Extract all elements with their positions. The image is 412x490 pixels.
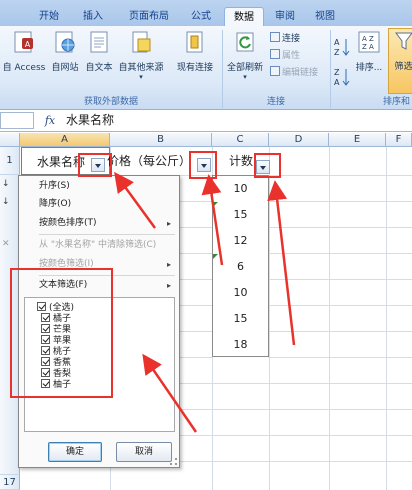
menu-sort-by-color[interactable]: 按颜色排序(T) ▸ xyxy=(21,215,177,232)
from-web-button[interactable]: 自网站 xyxy=(48,30,82,73)
select-all-corner[interactable] xyxy=(0,133,20,147)
sort-asc-menu-icon: ↓ xyxy=(2,179,10,189)
sort-button[interactable]: A Z Z A 排序... xyxy=(354,30,384,73)
properties-icon xyxy=(270,49,280,59)
annotation-box xyxy=(189,151,217,179)
tab-data[interactable]: 数据 xyxy=(224,7,264,26)
svg-text:Z: Z xyxy=(334,48,340,57)
formula-input[interactable]: 水果名称 xyxy=(66,112,114,129)
chevron-right-icon: ▸ xyxy=(166,219,171,228)
access-icon: A xyxy=(14,31,33,53)
row-header-17[interactable]: 17 xyxy=(0,475,20,490)
chevron-down-icon: ▾ xyxy=(243,73,247,81)
column-header-e[interactable]: E xyxy=(329,133,386,147)
svg-text:A Z: A Z xyxy=(362,35,374,43)
clear-filter-menu-icon: ✕ xyxy=(2,239,10,249)
from-other-sources-button[interactable]: 自其他来源 ▾ xyxy=(116,30,166,81)
chevron-down-icon: ▾ xyxy=(139,73,143,81)
cell-error-indicator xyxy=(213,254,218,259)
annotation-box xyxy=(10,268,113,398)
name-box[interactable] xyxy=(0,112,34,129)
group-separator xyxy=(330,30,331,108)
tab-home[interactable]: 开始 xyxy=(32,7,66,26)
tab-page-layout[interactable]: 页面布局 xyxy=(120,7,178,26)
menu-clear-filter[interactable]: 从 "水果名称" 中清除筛选(C) xyxy=(21,237,177,254)
sort-desc-menu-icon: ↓ xyxy=(2,197,10,207)
other-source-icon xyxy=(132,31,151,53)
menu-separator xyxy=(39,234,175,235)
column-header-a[interactable]: A xyxy=(20,133,110,147)
sort-filter-group-caption: 排序和 xyxy=(382,97,410,107)
sort-descending-button[interactable]: Z A xyxy=(333,66,351,91)
gridline xyxy=(386,147,387,490)
svg-text:Z: Z xyxy=(334,68,340,77)
connections-button[interactable]: 连接 xyxy=(270,32,300,46)
external-data-group-caption: 获取外部数据 xyxy=(83,97,138,107)
svg-text:A: A xyxy=(25,40,31,49)
chevron-right-icon: ▸ xyxy=(166,260,171,269)
formula-bar: fx 水果名称 xyxy=(0,110,412,132)
from-text-button[interactable]: 自文本 xyxy=(82,30,116,73)
annotation-box xyxy=(78,153,112,177)
resize-grip-icon[interactable] xyxy=(170,458,177,465)
sort-dialog-icon: A Z Z A xyxy=(358,31,380,53)
fx-icon[interactable]: fx xyxy=(42,112,58,129)
from-access-button[interactable]: A 自 Access xyxy=(2,30,46,73)
edit-links-button[interactable]: 编辑链接 xyxy=(270,66,318,80)
text-file-icon xyxy=(90,31,108,53)
svg-text:A: A xyxy=(334,78,340,87)
edit-links-icon xyxy=(270,66,280,76)
column-header-b[interactable]: B xyxy=(110,133,212,147)
connections-group-caption: 连接 xyxy=(266,97,285,107)
ribbon: A 自 Access 自网站 自文本 自其他来源 ▾ 现有连接 获取外部数据 全… xyxy=(0,26,412,110)
gridline xyxy=(269,147,270,490)
cell-error-indicator xyxy=(213,202,218,207)
filter-button[interactable]: 筛选 xyxy=(388,28,412,94)
column-header-d[interactable]: D xyxy=(269,133,329,147)
sort-za-icon: Z A xyxy=(334,68,350,87)
web-icon xyxy=(55,31,75,53)
menu-sort-descending[interactable]: 降序(O) xyxy=(21,196,177,213)
refresh-all-button[interactable]: 全部刷新 ▾ xyxy=(225,30,265,81)
tab-formulas[interactable]: 公式 xyxy=(184,7,218,26)
link-icon xyxy=(270,32,280,42)
svg-text:A: A xyxy=(334,38,340,47)
column-header-c[interactable]: C xyxy=(212,133,269,147)
funnel-icon xyxy=(394,32,412,50)
menu-sort-ascending[interactable]: 升序(S) xyxy=(21,178,177,195)
ok-button[interactable]: 确定 xyxy=(48,442,102,462)
annotation-arrow xyxy=(267,180,296,346)
tab-view[interactable]: 视图 xyxy=(308,7,342,26)
gridline xyxy=(329,147,330,490)
row-header-1[interactable]: 1 xyxy=(0,147,20,175)
sort-az-icon: A Z xyxy=(334,38,350,57)
tab-review[interactable]: 审阅 xyxy=(268,7,302,26)
annotation-box xyxy=(254,153,281,178)
sort-ascending-button[interactable]: A Z xyxy=(333,36,351,61)
existing-connections-button[interactable]: 现有连接 xyxy=(170,30,220,73)
svg-text:Z A: Z A xyxy=(362,43,374,51)
properties-button[interactable]: 属性 xyxy=(270,49,300,63)
column-header-f[interactable]: F xyxy=(386,133,412,147)
count-column-border xyxy=(212,175,269,357)
connection-icon xyxy=(186,31,203,53)
ribbon-tab-bar: 开始 插入 页面布局 公式 数据 审阅 视图 xyxy=(0,0,412,26)
refresh-icon xyxy=(236,32,254,52)
chevron-right-icon: ▸ xyxy=(166,281,171,290)
cancel-button[interactable]: 取消 xyxy=(116,442,172,462)
tab-insert[interactable]: 插入 xyxy=(76,7,110,26)
